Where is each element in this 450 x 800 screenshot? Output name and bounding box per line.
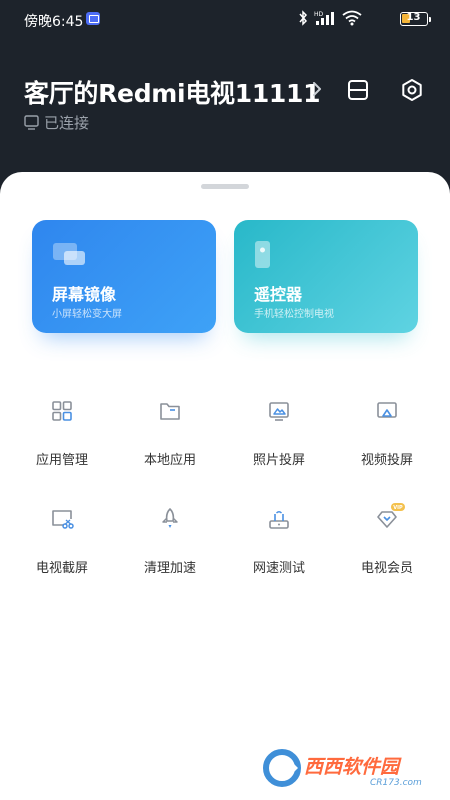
connection-status-label: 已连接 (44, 114, 90, 132)
screenshot-icon (52, 510, 74, 529)
video-cast-icon (377, 402, 397, 418)
tool-tv-screenshot[interactable]: 电视截屏 (12, 507, 112, 597)
wifi-icon (342, 10, 362, 26)
vip-diamond-icon: VIP (377, 503, 405, 528)
tool-label: 电视会员 (360, 561, 413, 576)
screen-mirror-title: 屏幕镜像 (52, 285, 117, 304)
status-time: 傍晚6:45 (24, 14, 84, 30)
screen-mirror-card[interactable]: 屏幕镜像 小屏轻松变大屏 (32, 220, 216, 333)
remote-control-subtitle: 手机轻松控制电视 (254, 309, 334, 320)
hd-label: HD (314, 11, 324, 18)
device-name[interactable]: 客厅的Redmi电视11111 (24, 74, 321, 110)
tv-icon (24, 115, 39, 130)
screen-mirror-icon (53, 243, 85, 265)
vip-badge-text: VIP (393, 505, 403, 511)
switch-device-icon[interactable] (346, 78, 370, 102)
chevron-right-icon[interactable] (312, 82, 322, 96)
tool-app-management[interactable]: 应用管理 (12, 399, 112, 489)
photo-cast-icon (269, 402, 289, 421)
status-bar: 傍晚6:45 HD 13 (0, 0, 450, 38)
settings-gear-icon[interactable] (400, 78, 424, 102)
tool-label: 电视截屏 (35, 561, 88, 576)
grid-apps-icon (52, 401, 72, 421)
tool-video-cast[interactable]: 视频投屏 (337, 399, 437, 489)
tool-label: 应用管理 (35, 453, 88, 468)
watermark-text: 西西软件园 (304, 756, 400, 778)
remote-control-card[interactable]: 遥控器 手机轻松控制电视 (234, 220, 418, 333)
remote-control-icon (255, 241, 270, 268)
tool-clean-speedup[interactable]: 清理加速 (120, 507, 220, 597)
tool-tv-vip[interactable]: VIP 电视会员 (337, 503, 437, 597)
watermark-logo-icon (263, 749, 301, 787)
bluetooth-icon (299, 10, 308, 26)
tool-speed-test[interactable]: 网速测试 (229, 507, 329, 597)
tool-label: 照片投屏 (252, 453, 305, 468)
notification-app-icon (86, 12, 100, 25)
battery-indicator: 13 (400, 12, 431, 26)
status-icons: HD 13 (298, 10, 431, 28)
screen-mirror-subtitle: 小屏轻松变大屏 (52, 309, 122, 320)
tool-label: 视频投屏 (360, 453, 413, 468)
tool-label: 本地应用 (143, 453, 196, 468)
main-sheet: 屏幕镜像 小屏轻松变大屏 遥控器 手机轻松控制电视 应用管理 本地应用 照片投屏… (0, 172, 450, 800)
drag-handle[interactable] (201, 184, 249, 189)
watermark-logo: 西西软件园 CR173.com (248, 744, 432, 794)
watermark-subtext: CR173.com (370, 778, 422, 788)
cellular-signal-icon: HD (314, 11, 334, 25)
tool-photo-cast[interactable]: 照片投屏 (229, 399, 329, 489)
folder-icon (160, 403, 180, 420)
tool-local-apps[interactable]: 本地应用 (120, 399, 220, 489)
rocket-icon (162, 508, 178, 528)
tool-label: 网速测试 (252, 561, 305, 576)
remote-control-title: 遥控器 (254, 285, 303, 304)
tool-label: 清理加速 (143, 561, 196, 576)
router-icon (269, 511, 289, 529)
battery-level: 13 (406, 12, 421, 23)
